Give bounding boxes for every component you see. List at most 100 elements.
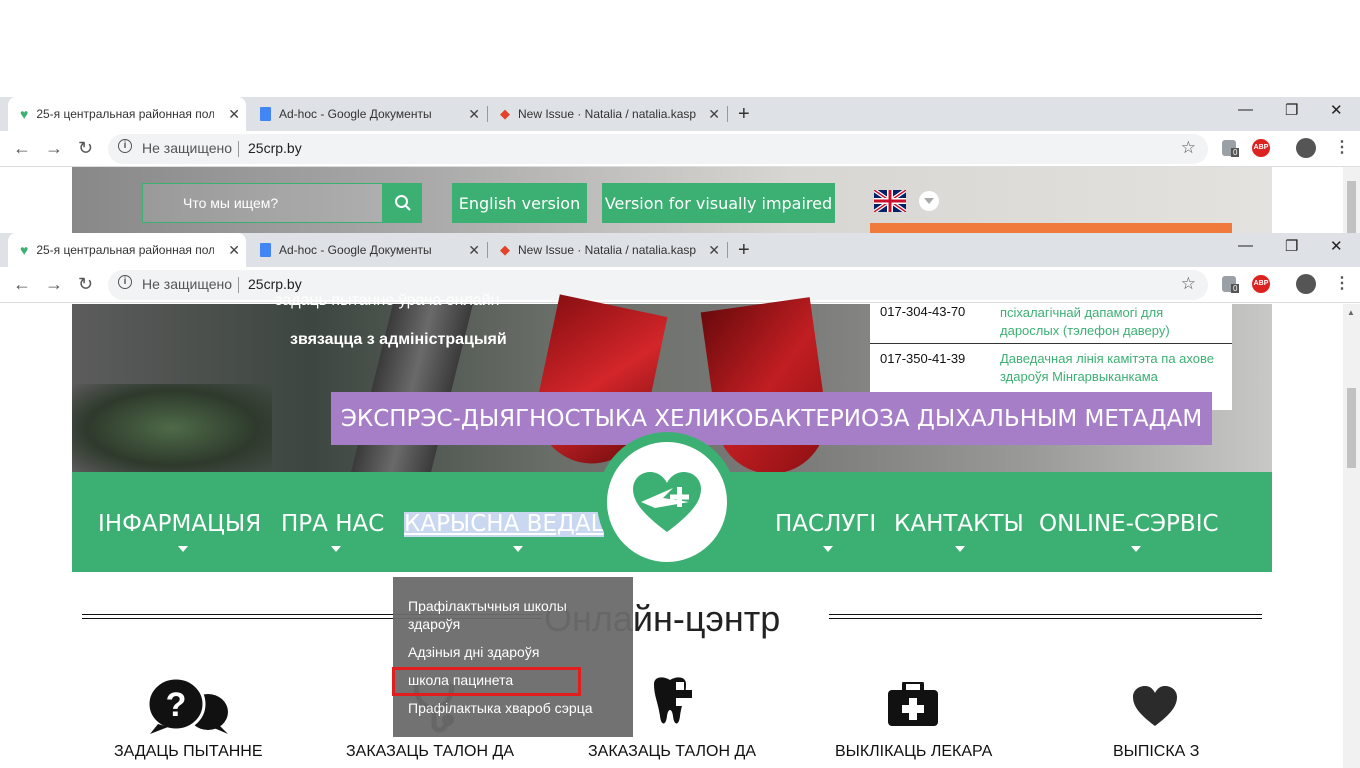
- heart-favicon-icon: ♥: [20, 242, 29, 258]
- nav-services[interactable]: ПАСЛУГІ: [775, 511, 876, 537]
- info-icon[interactable]: i: [118, 139, 132, 153]
- svg-text:?: ?: [166, 686, 187, 724]
- close-window-icon[interactable]: ✕: [1330, 237, 1343, 255]
- info-icon[interactable]: i: [118, 275, 132, 289]
- hotline-desc[interactable]: Даведачная лінія камітэта па ахове здаро…: [1000, 350, 1225, 386]
- dropdown-item[interactable]: Прафілактыка хвароб сэрца: [408, 699, 593, 717]
- forward-icon[interactable]: →: [45, 274, 63, 295]
- docs-favicon-icon: [260, 107, 271, 121]
- search-icon: [394, 195, 411, 211]
- service-dentist[interactable]: ЗАКАЗАЦЬ ТАЛОН ДА: [588, 743, 756, 761]
- scrollbar-top[interactable]: [1343, 167, 1360, 233]
- reload-icon[interactable]: ↻: [78, 274, 93, 295]
- medical-kit-icon[interactable]: [888, 680, 938, 726]
- highlight-box: [392, 667, 581, 696]
- tab-gitlab[interactable]: ◆ New Issue · Natalia / natalia.kasp ✕: [488, 233, 726, 267]
- tab-title: Ad-hoc - Google Документы: [279, 243, 432, 257]
- tab-gitlab[interactable]: ◆ New Issue · Natalia / natalia.kasp ✕: [488, 97, 726, 131]
- tab-hospital[interactable]: ♥ 25-я центральная районная пол ✕: [8, 97, 246, 131]
- bookmark-star-icon[interactable]: ☆: [1181, 274, 1196, 294]
- nav-useful-clip: КАРЫСНА ВЕДАЦЬ: [404, 512, 604, 538]
- tab-hospital[interactable]: ♥ 25-я центральная районная пол ✕: [8, 233, 246, 267]
- heart-favicon-icon: ♥: [20, 106, 29, 122]
- profile-avatar-icon[interactable]: [1296, 274, 1316, 294]
- hero-question-link[interactable]: задаць пытанне ўрача онлайн: [275, 292, 500, 310]
- security-label: Не защищено: [142, 276, 232, 292]
- site-search-button[interactable]: [383, 183, 422, 223]
- language-dropdown-icon[interactable]: [919, 191, 939, 211]
- dropdown-item[interactable]: Адзіныя дні здароўя: [408, 643, 539, 661]
- tooth-icon[interactable]: [650, 676, 694, 728]
- tab-title: 25-я центральная районная пол: [36, 107, 215, 121]
- scrollbar[interactable]: ▲: [1343, 304, 1360, 768]
- address-bar[interactable]: i Не защищено 25crp.by ☆: [108, 270, 1208, 300]
- service-extract[interactable]: ВЫПІСКА З: [1113, 743, 1199, 761]
- reload-icon[interactable]: ↻: [78, 138, 93, 159]
- close-tab-icon[interactable]: ✕: [708, 242, 720, 259]
- site-search-input[interactable]: Что мы ищем?: [142, 183, 383, 223]
- hero-admin-link[interactable]: звязацца з адміністрацыяй: [290, 331, 507, 349]
- close-tab-icon[interactable]: ✕: [468, 106, 480, 123]
- useful-dropdown-menu: Прафілактычныя школы здароўя Адзіныя дні…: [393, 577, 633, 737]
- close-tab-icon[interactable]: ✕: [468, 242, 480, 259]
- hotline-desc[interactable]: псіхалагічнай дапамогі для дарослых (тэл…: [1000, 304, 1225, 340]
- extension-icon[interactable]: 0: [1222, 140, 1240, 159]
- toolbar: ← → ↻ i Не защищено 25crp.by ☆ 0 ABP ⋮: [0, 131, 1360, 167]
- tab-google-docs[interactable]: Ad-hoc - Google Документы ✕: [248, 97, 486, 131]
- english-version-button[interactable]: English version: [452, 183, 587, 223]
- heart-icon[interactable]: [1133, 686, 1177, 726]
- url-text[interactable]: 25crp.by: [248, 140, 302, 156]
- forward-icon[interactable]: →: [45, 138, 63, 159]
- adblock-icon[interactable]: ABP: [1252, 275, 1270, 293]
- close-window-icon[interactable]: ✕: [1330, 101, 1343, 119]
- new-tab-icon[interactable]: +: [738, 103, 750, 126]
- adblock-icon[interactable]: ABP: [1252, 139, 1270, 157]
- tab-title: New Issue · Natalia / natalia.kasp: [518, 243, 696, 257]
- back-icon[interactable]: ←: [13, 138, 31, 159]
- tab-title: 25-я центральная районная пол: [36, 243, 215, 257]
- tab-google-docs[interactable]: Ad-hoc - Google Документы ✕: [248, 233, 486, 267]
- profile-avatar-icon[interactable]: [1296, 138, 1316, 158]
- dropdown-item[interactable]: Прафілактычныя школы здароўя: [408, 597, 598, 633]
- browser-chrome-top: ♥ 25-я центральная районная пол ✕ Ad-hoc…: [0, 97, 1360, 167]
- docs-favicon-icon: [260, 243, 271, 257]
- uk-flag-icon[interactable]: [872, 188, 908, 214]
- bookmark-star-icon[interactable]: ☆: [1181, 138, 1196, 158]
- nav-useful[interactable]: КАРЫСНА ВЕДАЦЬ: [404, 512, 604, 537]
- minimize-icon[interactable]: —: [1238, 237, 1253, 254]
- close-tab-icon[interactable]: ✕: [228, 106, 240, 123]
- logo[interactable]: [597, 432, 737, 572]
- nav-info[interactable]: ІНФАРМАЦЫЯ: [98, 511, 261, 537]
- url-text[interactable]: 25crp.by: [248, 276, 302, 292]
- minimize-icon[interactable]: —: [1238, 101, 1253, 118]
- browser-chrome-bottom: ♥ 25-я центральная районная пол ✕ Ad-hoc…: [0, 233, 1360, 304]
- hotline-phone: 017-304-43-70: [880, 304, 966, 319]
- close-tab-icon[interactable]: ✕: [228, 242, 240, 259]
- new-tab-icon[interactable]: +: [738, 239, 750, 262]
- restore-icon[interactable]: ❐: [1285, 101, 1298, 119]
- gitlab-favicon-icon: ◆: [500, 242, 510, 257]
- nav-about[interactable]: ПРА НАС: [281, 511, 384, 537]
- close-tab-icon[interactable]: ✕: [708, 106, 720, 123]
- toolbar: ← → ↻ i Не защищено 25crp.by ☆ 0 ABP ⋮: [0, 267, 1360, 303]
- promo-banner[interactable]: ЭКСПРЭС-ДЫЯГНОСТЫКА ХЕЛИКОБАКТЕРИОЗА ДЫХ…: [331, 392, 1212, 445]
- question-chat-icon[interactable]: ?: [146, 676, 230, 734]
- heart-plus-logo-icon: [633, 472, 701, 532]
- service-call-doctor[interactable]: ВЫКЛІКАЦЬ ЛЕКАРА: [835, 743, 992, 761]
- tab-title: Ad-hoc - Google Документы: [279, 107, 432, 121]
- back-icon[interactable]: ←: [13, 274, 31, 295]
- nav-contacts[interactable]: КАНТАКТЫ: [894, 511, 1024, 537]
- address-bar[interactable]: i Не защищено 25crp.by ☆: [108, 134, 1208, 164]
- orange-strip: [870, 223, 1232, 233]
- menu-icon[interactable]: ⋮: [1334, 273, 1350, 293]
- divider-right: [829, 614, 1262, 619]
- tab-title: New Issue · Natalia / natalia.kasp: [518, 107, 696, 121]
- service-ask[interactable]: ЗАДАЦЬ ПЫТАННЕ: [114, 743, 263, 761]
- blank-top: [0, 0, 1360, 97]
- service-therapist[interactable]: ЗАКАЗАЦЬ ТАЛОН ДА: [346, 743, 514, 761]
- nav-online-service[interactable]: ONLINE-СЭРВІС: [1039, 511, 1219, 537]
- restore-icon[interactable]: ❐: [1285, 237, 1298, 255]
- impaired-version-button[interactable]: Version for visually impaired: [602, 183, 835, 223]
- menu-icon[interactable]: ⋮: [1334, 137, 1350, 157]
- extension-icon[interactable]: 0: [1222, 276, 1240, 295]
